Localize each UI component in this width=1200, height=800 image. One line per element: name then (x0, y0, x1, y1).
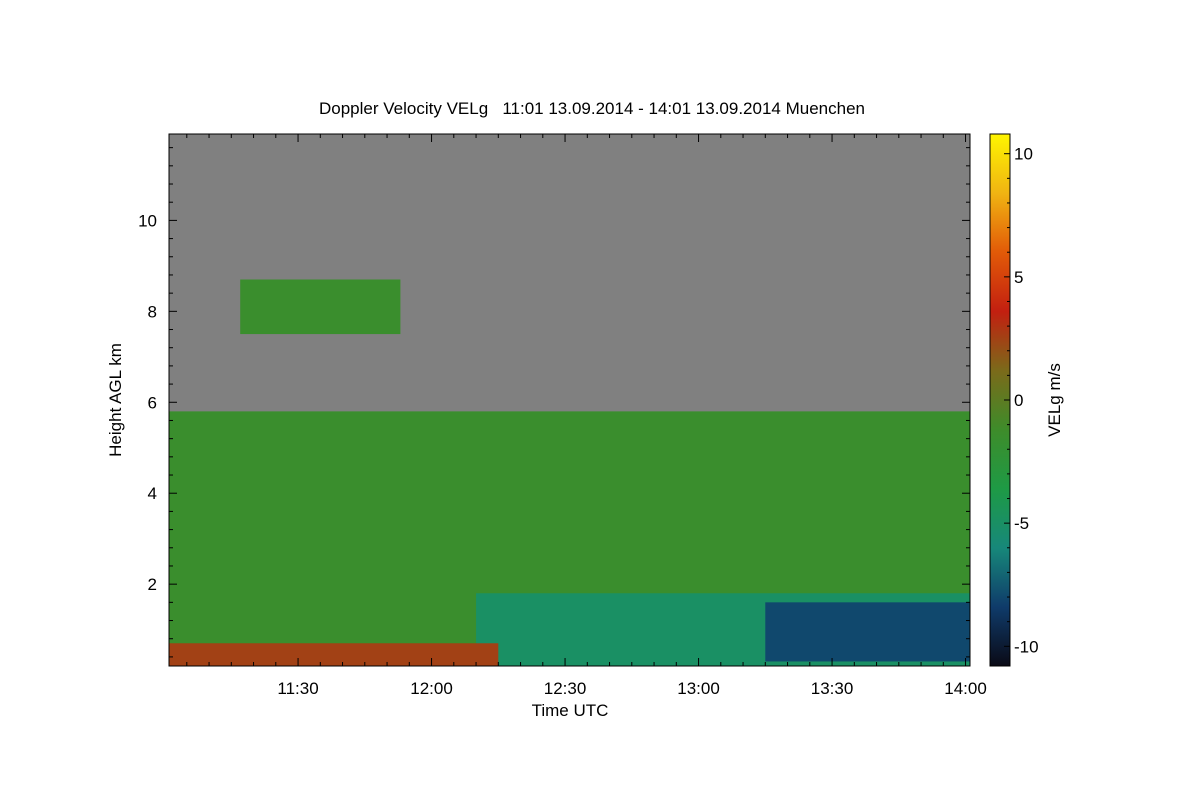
y-tick-label: 8 (148, 302, 157, 321)
x-tick-label: 13:30 (811, 679, 854, 698)
colorbar-label: VELg m/s (1045, 363, 1064, 437)
velocity-chart: Doppler Velocity VELg 11:01 13.09.2014 -… (106, 99, 1064, 720)
chart-title: Doppler Velocity VELg 11:01 13.09.2014 -… (319, 99, 865, 118)
colorbar-tick-label: -10 (1014, 637, 1039, 656)
x-tick-label: 12:30 (544, 679, 587, 698)
y-tick-label: 2 (148, 575, 157, 594)
y-tick-label: 4 (148, 484, 157, 503)
x-tick-label: 14:00 (944, 679, 987, 698)
velocity-region-1 (240, 279, 401, 335)
x-tick-label: 13:00 (677, 679, 720, 698)
x-axis-label: Time UTC (532, 701, 609, 720)
plot-area (169, 134, 970, 666)
colorbar-tick-label: 5 (1014, 268, 1023, 287)
colorbar-tick-label: 0 (1014, 391, 1023, 410)
colorbar-tick-label: 10 (1014, 145, 1033, 164)
x-tick-label: 12:00 (410, 679, 453, 698)
y-axis-label: Height AGL km (106, 343, 125, 457)
velocity-region-3 (765, 602, 970, 662)
velocity-region-4 (169, 643, 499, 666)
x-tick-label: 11:30 (277, 679, 318, 698)
colorbar-tick-label: -5 (1014, 514, 1029, 533)
y-tick-label: 10 (138, 211, 157, 230)
y-tick-label: 6 (148, 393, 157, 412)
